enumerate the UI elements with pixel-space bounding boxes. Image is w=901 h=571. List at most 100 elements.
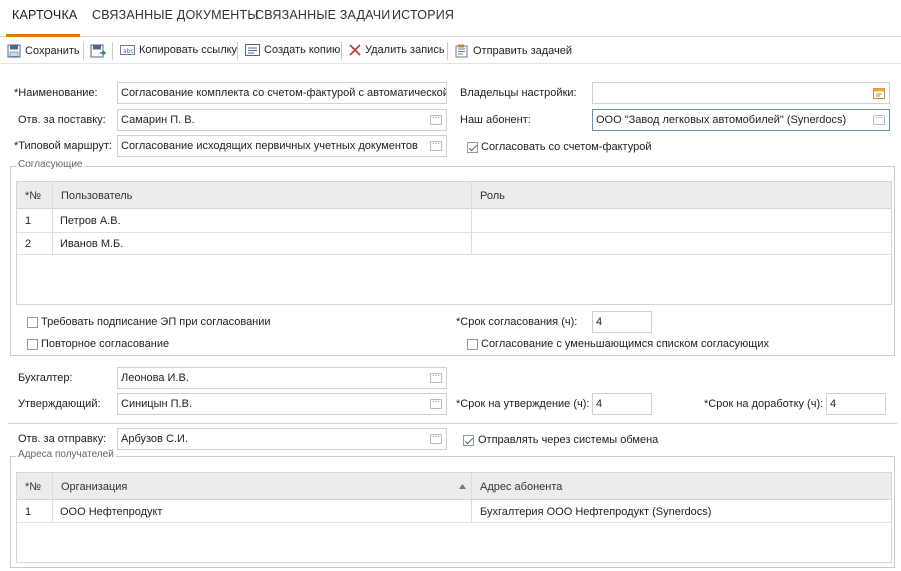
row-number: 2 <box>25 238 32 250</box>
approve-deadline-label: *Срок на утверждение (ч): <box>456 398 590 410</box>
column-subscriber-address[interactable]: Адрес абонента <box>480 481 562 493</box>
approvers-group-title: Согласующие <box>16 159 85 170</box>
tab-related-documents[interactable]: СВЯЗАННЫЕ ДОКУМЕНТЫ <box>92 8 259 22</box>
row-organization: ООО Нефтепродукт <box>60 506 163 518</box>
agree-invoice-label: Согласовать со счетом-фактурой <box>481 141 652 153</box>
save-close-icon <box>90 44 106 58</box>
owners-input[interactable] <box>592 82 890 104</box>
approver-value: Синицын П.В. <box>121 398 193 410</box>
create-copy-label: Создать копию <box>264 44 341 56</box>
approver-input[interactable]: Синицын П.В. <box>117 393 447 415</box>
toolbar-divider <box>112 42 113 60</box>
toolbar-divider <box>341 42 342 60</box>
rework-deadline-label: *Срок на доработку (ч): <box>704 398 824 410</box>
accountant-input[interactable]: Леонова И.В. <box>117 367 447 389</box>
supply-responsible-input[interactable]: Самарин П. В. <box>117 109 447 131</box>
subscriber-input[interactable]: ООО "Завод легковых автомобилей" (Synerd… <box>592 109 890 131</box>
name-label: *Наименование: <box>14 87 98 99</box>
row-number: 1 <box>25 215 32 227</box>
tab-related-tasks[interactable]: СВЯЗАННЫЕ ЗАДАЧИ <box>255 8 390 22</box>
toolbar-divider <box>237 42 238 60</box>
save-icon <box>7 44 21 58</box>
svg-text:abc: abc <box>123 48 134 55</box>
ellipsis-button[interactable] <box>430 429 442 444</box>
save-and-close-button[interactable] <box>90 44 106 58</box>
column-organization[interactable]: Организация <box>61 481 127 493</box>
repeat-approval-label: Повторное согласование <box>41 338 170 350</box>
column-number[interactable]: *№ <box>25 190 41 202</box>
link-icon: abc <box>120 45 135 55</box>
sender-input[interactable]: Арбузов С.И. <box>117 428 447 450</box>
agree-invoice-checkbox[interactable] <box>467 142 478 153</box>
row-divider <box>17 254 891 255</box>
ellipsis-button[interactable] <box>873 110 885 125</box>
section-divider <box>8 423 897 424</box>
supply-responsible-value: Самарин П. В. <box>121 114 195 126</box>
require-sign-checkbox[interactable] <box>27 317 38 328</box>
copy-link-label: Копировать ссылку <box>139 44 238 56</box>
create-copy-button[interactable]: Создать копию <box>245 44 340 56</box>
table-row[interactable]: 2 Иванов М.Б. <box>17 233 891 254</box>
row-number: 1 <box>25 506 32 518</box>
sender-value: Арбузов С.И. <box>121 433 188 445</box>
approvers-grid: *№ Пользователь Роль 1 Петров А.В. 2 Ива… <box>16 181 892 305</box>
ellipsis-button[interactable] <box>430 110 442 125</box>
tab-bar: КАРТОЧКА СВЯЗАННЫЕ ДОКУМЕНТЫ СВЯЗАННЫЕ З… <box>0 0 901 37</box>
rework-deadline-input[interactable]: 4 <box>826 393 886 415</box>
table-row[interactable]: 1 Петров А.В. <box>17 210 891 232</box>
send-task-button[interactable]: Отправить задачей <box>455 44 572 58</box>
recipients-group-title: Адреса получателей <box>16 449 116 460</box>
toolbar-divider <box>83 42 84 60</box>
delete-icon <box>349 44 361 56</box>
approvers-grid-header: *№ Пользователь Роль <box>17 182 891 209</box>
active-tab-indicator <box>6 34 80 37</box>
ellipsis-button[interactable] <box>430 136 442 151</box>
table-row[interactable]: 1 ООО Нефтепродукт Бухгалтерия ООО Нефте… <box>17 501 891 522</box>
row-user: Петров А.В. <box>60 215 121 227</box>
copy-icon <box>245 44 260 56</box>
route-value: Согласование исходящих первичных учетных… <box>121 140 418 152</box>
column-number[interactable]: *№ <box>25 481 41 493</box>
repeat-approval-checkbox[interactable] <box>27 339 38 350</box>
supply-responsible-label: Отв. за поставку: <box>18 114 106 126</box>
row-subscriber-address: Бухгалтерия ООО Нефтепродукт (Synerdocs) <box>480 506 712 518</box>
calendar-icon[interactable] <box>873 88 885 99</box>
route-input[interactable]: Согласование исходящих первичных учетных… <box>117 135 447 157</box>
subscriber-label: Наш абонент: <box>460 114 531 126</box>
send-task-label: Отправить задачей <box>473 45 573 57</box>
copy-link-button[interactable]: abc Копировать ссылку <box>120 44 237 56</box>
owners-label: Владельцы настройки: <box>460 87 577 99</box>
column-role[interactable]: Роль <box>480 190 505 202</box>
ellipsis-button[interactable] <box>430 368 442 383</box>
accountant-label: Бухгалтер: <box>18 372 73 384</box>
name-input[interactable]: Согласование комплекта со счетом-фактуро… <box>117 82 447 104</box>
toolbar: Сохранить abc Копировать ссылку Создать … <box>0 38 901 64</box>
tab-card[interactable]: КАРТОЧКА <box>12 8 77 22</box>
approver-label: Утверждающий: <box>18 398 101 410</box>
decreasing-list-label: Согласование с уменьшающимся списком сог… <box>481 338 769 350</box>
approval-deadline-input[interactable]: 4 <box>592 311 652 333</box>
tab-history[interactable]: ИСТОРИЯ <box>392 8 454 22</box>
decreasing-list-checkbox[interactable] <box>467 339 478 350</box>
row-divider <box>17 522 891 523</box>
delete-record-label: Удалить запись <box>365 44 445 56</box>
send-exchange-checkbox[interactable] <box>463 435 474 446</box>
save-label: Сохранить <box>25 45 80 57</box>
route-label: *Типовой маршрут: <box>14 140 112 152</box>
recipients-grid-header: *№ Организация Адрес абонента <box>17 473 891 500</box>
column-user[interactable]: Пользователь <box>61 190 132 202</box>
approval-deadline-label: *Срок согласования (ч): <box>456 316 578 328</box>
toolbar-divider <box>447 42 448 60</box>
delete-record-button[interactable]: Удалить запись <box>349 44 445 56</box>
approve-deadline-input[interactable]: 4 <box>592 393 652 415</box>
accountant-value: Леонова И.В. <box>121 372 189 384</box>
ellipsis-button[interactable] <box>430 394 442 409</box>
require-sign-label: Требовать подписание ЭП при согласовании <box>41 316 271 328</box>
sort-ascending-icon[interactable] <box>459 484 466 489</box>
send-task-icon <box>455 44 468 58</box>
send-exchange-label: Отправлять через системы обмена <box>478 434 659 446</box>
subscriber-value: ООО "Завод легковых автомобилей" (Synerd… <box>596 114 847 126</box>
sender-label: Отв. за отправку: <box>18 433 107 445</box>
save-button[interactable]: Сохранить <box>7 44 80 58</box>
row-user: Иванов М.Б. <box>60 238 124 250</box>
